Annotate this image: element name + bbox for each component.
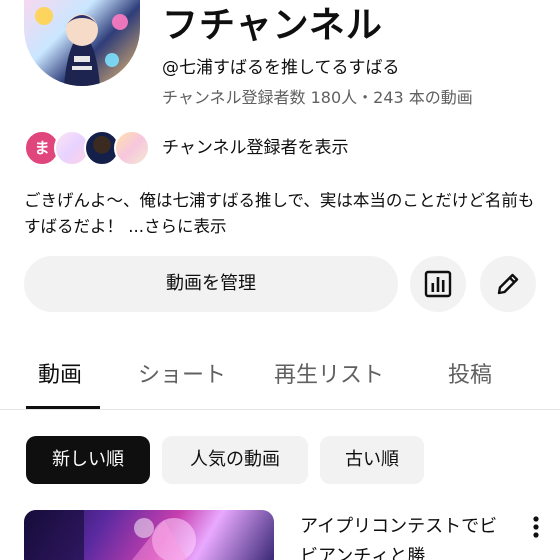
sort-chip-oldest[interactable]: 古い順 — [320, 436, 424, 484]
channel-tabs: 動画 ショート 再生リスト 投稿 — [0, 350, 560, 410]
pencil-icon — [497, 273, 519, 295]
edit-channel-button[interactable] — [480, 256, 536, 312]
channel-handle: @七浦すばるを推してるすばる — [162, 58, 400, 78]
tab-videos[interactable]: 動画 — [38, 350, 82, 410]
more-vert-icon — [533, 516, 539, 538]
channel-avatar[interactable] — [24, 0, 140, 86]
sort-chip-newest[interactable]: 新しい順 — [26, 436, 150, 484]
tab-posts[interactable]: 投稿 — [448, 350, 492, 410]
channel-description[interactable]: ごきげんよ〜、俺は七浦すばる推しで、実は本当のことだけど名前もすばるだよ！ ..… — [24, 188, 536, 240]
tab-playlists[interactable]: 再生リスト — [274, 350, 384, 410]
tab-shorts[interactable]: ショート — [138, 350, 226, 410]
channel-title: フチャンネル — [162, 5, 383, 46]
channel-stats: チャンネル登録者数 180人・243 本の動画 — [162, 88, 473, 107]
video-more-button[interactable] — [528, 512, 544, 542]
thumbnail-art — [24, 510, 196, 560]
channel-page: フチャンネル @七浦すばるを推してるすばる チャンネル登録者数 180人・243… — [0, 0, 560, 560]
analytics-button[interactable] — [410, 256, 466, 312]
show-more-link[interactable]: ...さらに表示 — [123, 217, 226, 236]
analytics-icon — [424, 270, 452, 298]
sort-chip-popular[interactable]: 人気の動画 — [162, 436, 308, 484]
manage-videos-button[interactable]: 動画を管理 — [24, 256, 398, 312]
view-subscribers-row[interactable]: ま チャンネル登録者を表示 — [24, 128, 544, 168]
avatar-art — [35, 7, 128, 86]
active-tab-indicator — [26, 406, 100, 409]
video-title[interactable]: アイプリコンテストでビビアンチィと勝 — [300, 512, 510, 560]
video-thumbnail[interactable] — [24, 510, 274, 560]
description-text: ごきげんよ〜、俺は七浦すばる推しで、実は本当のことだけど名前もすばるだよ！ — [24, 191, 535, 236]
view-subscribers-label: チャンネル登録者を表示 — [162, 138, 349, 158]
subscriber-avatar — [114, 130, 150, 166]
